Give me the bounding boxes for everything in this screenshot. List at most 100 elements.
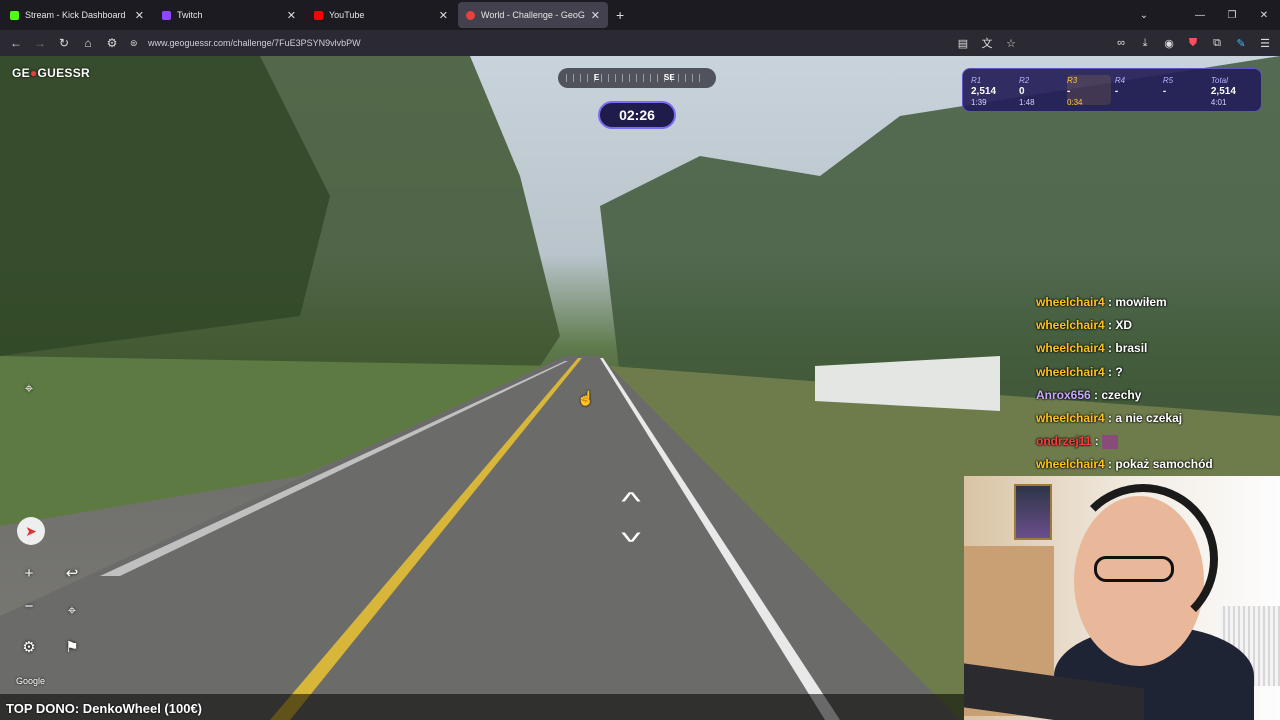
- round-1: R1 2,514 1:39: [971, 75, 1015, 107]
- back-arrow-icon[interactable]: ←: [4, 36, 28, 50]
- chat-message: ondrzej11 :: [1036, 433, 1276, 456]
- zoom-out-button[interactable]: −: [15, 593, 43, 621]
- compass-needle-button[interactable]: ➤: [17, 517, 45, 545]
- site-info-icon[interactable]: ⊜: [130, 33, 138, 53]
- top-donation-text: TOP DONO: DenkoWheel (100€): [6, 701, 203, 716]
- chat-message: wheelchair4 : XD: [1036, 318, 1133, 333]
- home-icon[interactable]: ⌂: [76, 36, 100, 50]
- chat-text: a nie czekaj: [1115, 410, 1183, 425]
- total-time: 4:01: [1210, 98, 1227, 107]
- settings-gear-icon[interactable]: ⚙: [15, 634, 43, 662]
- chat-username: wheelchair4: [1036, 318, 1105, 333]
- total-label: Total: [1210, 76, 1228, 85]
- chat-message: Anrox656 : czechy: [1036, 387, 1142, 402]
- chat-text: brasil: [1115, 341, 1148, 356]
- extension-icon[interactable]: ✎: [1232, 37, 1250, 50]
- close-icon[interactable]: ✕: [591, 9, 600, 22]
- zoom-in-button[interactable]: +: [15, 560, 43, 588]
- toolbar-buttons: ▤ 文 ☆ ∞ ⤓ ◉ ⛊ ⧉ ✎ ☰: [954, 30, 1274, 56]
- undo-move-button[interactable]: ↩: [58, 560, 86, 588]
- shield-icon[interactable]: ⛊: [1184, 37, 1202, 50]
- chat-overlay: wheelchair4 : mowiłem wheelchair4 : XD w…: [1036, 294, 1276, 480]
- chat-text: pokaż samochód: [1115, 457, 1213, 472]
- round-score: 0: [1018, 86, 1025, 97]
- chat-text: XD: [1115, 318, 1133, 333]
- compass-southeast: SE: [664, 73, 675, 82]
- round-score: 2,514: [971, 86, 997, 97]
- maximize-button[interactable]: ❐: [1216, 10, 1248, 21]
- youtube-icon: [314, 10, 323, 20]
- flag-icon[interactable]: ⚑: [58, 634, 86, 662]
- chat-emote: [1102, 434, 1119, 449]
- scoreboard: R1 2,514 1:39 R2 0 1:48 R3 - 0:34 R4 - R…: [962, 68, 1262, 112]
- move-forward-arrow-icon[interactable]: ^: [588, 488, 674, 514]
- round-time: 1:39: [971, 98, 987, 107]
- compass-east: E: [594, 73, 600, 82]
- round-score: -: [1114, 86, 1119, 97]
- logo-text-right: GUESSR: [37, 66, 90, 80]
- minimize-button[interactable]: —: [1184, 10, 1216, 21]
- chat-username: wheelchair4: [1036, 295, 1105, 309]
- webcam-headset: [1068, 484, 1218, 634]
- compass-strip: E SE: [558, 68, 716, 88]
- menu-icon[interactable]: ☰: [1256, 37, 1274, 50]
- tab-youtube[interactable]: YouTube ✕: [306, 2, 456, 28]
- reader-view-icon[interactable]: ▤: [954, 37, 972, 50]
- round-2: R2 0 1:48: [1018, 75, 1063, 107]
- round-5: R5 -: [1163, 75, 1207, 105]
- close-icon[interactable]: ✕: [135, 9, 144, 22]
- download-icon[interactable]: ⤓: [1136, 37, 1154, 50]
- tab-bar: Stream - Kick Dashboard ✕ Twitch ✕ YouTu…: [0, 0, 1280, 30]
- kick-icon: [10, 10, 19, 20]
- tab-kick-dashboard[interactable]: Stream - Kick Dashboard ✕: [2, 2, 152, 28]
- chat-username: Anrox656: [1036, 387, 1091, 402]
- compass-ticks: [566, 74, 706, 82]
- round-label: R2: [1018, 76, 1030, 85]
- tab-geoguessr[interactable]: World - Challenge - GeoGuessr ✕: [458, 2, 608, 28]
- extensions-mask-icon[interactable]: ∞: [1112, 37, 1130, 49]
- new-tab-button[interactable]: +: [616, 7, 624, 23]
- round-timer: 02:26: [598, 101, 676, 129]
- tab-list-chevron-icon[interactable]: ⌄: [1128, 10, 1160, 21]
- logo-text-left: GE: [12, 66, 30, 80]
- reload-icon[interactable]: ↻: [52, 36, 76, 50]
- hand-cursor-icon: ☝: [577, 390, 595, 406]
- total-score: Total 2,514 4:01: [1210, 75, 1253, 107]
- move-backward-arrow-icon[interactable]: ^: [588, 518, 674, 548]
- return-to-start-pin-icon[interactable]: ⌖: [58, 597, 86, 625]
- webcam-poster: [1014, 484, 1052, 540]
- chat-text: ?: [1115, 364, 1123, 379]
- window-controls: ⌄ — ❐ ✕: [1128, 0, 1280, 30]
- chat-text: mowiłem: [1115, 295, 1167, 309]
- round-time: 0:34: [1066, 98, 1083, 107]
- round-time: 1:48: [1018, 98, 1035, 107]
- tab-label: YouTube: [329, 10, 365, 20]
- pin-icon: ●: [29, 66, 38, 80]
- webcam-feed: [964, 476, 1280, 720]
- twitch-icon: [162, 10, 171, 20]
- bookmark-star-icon[interactable]: ☆: [1002, 37, 1020, 50]
- chat-username: wheelchair4: [1036, 457, 1105, 472]
- chat-username: wheelchair4: [1036, 341, 1105, 356]
- total-points: 2,514: [1210, 86, 1236, 97]
- settings-icon[interactable]: ⚙: [100, 36, 124, 50]
- chat-username: wheelchair4: [1036, 364, 1105, 379]
- close-icon[interactable]: ✕: [287, 9, 296, 22]
- chat-message: wheelchair4 : brasil: [1036, 341, 1148, 356]
- tab-twitch[interactable]: Twitch ✕: [154, 2, 304, 28]
- location-pin-icon[interactable]: ⌖: [15, 375, 43, 403]
- chat-message: wheelchair4 : a nie czekaj: [1036, 410, 1183, 425]
- translate-icon[interactable]: 文: [978, 35, 996, 51]
- puzzle-icon[interactable]: ⧉: [1208, 37, 1226, 50]
- close-window-button[interactable]: ✕: [1248, 10, 1280, 21]
- tab-label: Stream - Kick Dashboard: [25, 10, 126, 20]
- round-score: -: [1162, 86, 1167, 97]
- close-icon[interactable]: ✕: [439, 9, 448, 22]
- google-attribution: Google: [16, 676, 46, 686]
- round-3: R3 - 0:34: [1066, 75, 1111, 107]
- forward-arrow-icon[interactable]: →: [28, 36, 52, 50]
- address-bar[interactable]: ⊜ www.geoguessr.com/challenge/7FuE3PSYN9…: [126, 33, 1026, 53]
- chat-message: wheelchair4 : ?: [1036, 364, 1123, 379]
- account-icon[interactable]: ◉: [1160, 37, 1178, 50]
- geoguessr-logo[interactable]: GE●GUESSR: [12, 66, 90, 80]
